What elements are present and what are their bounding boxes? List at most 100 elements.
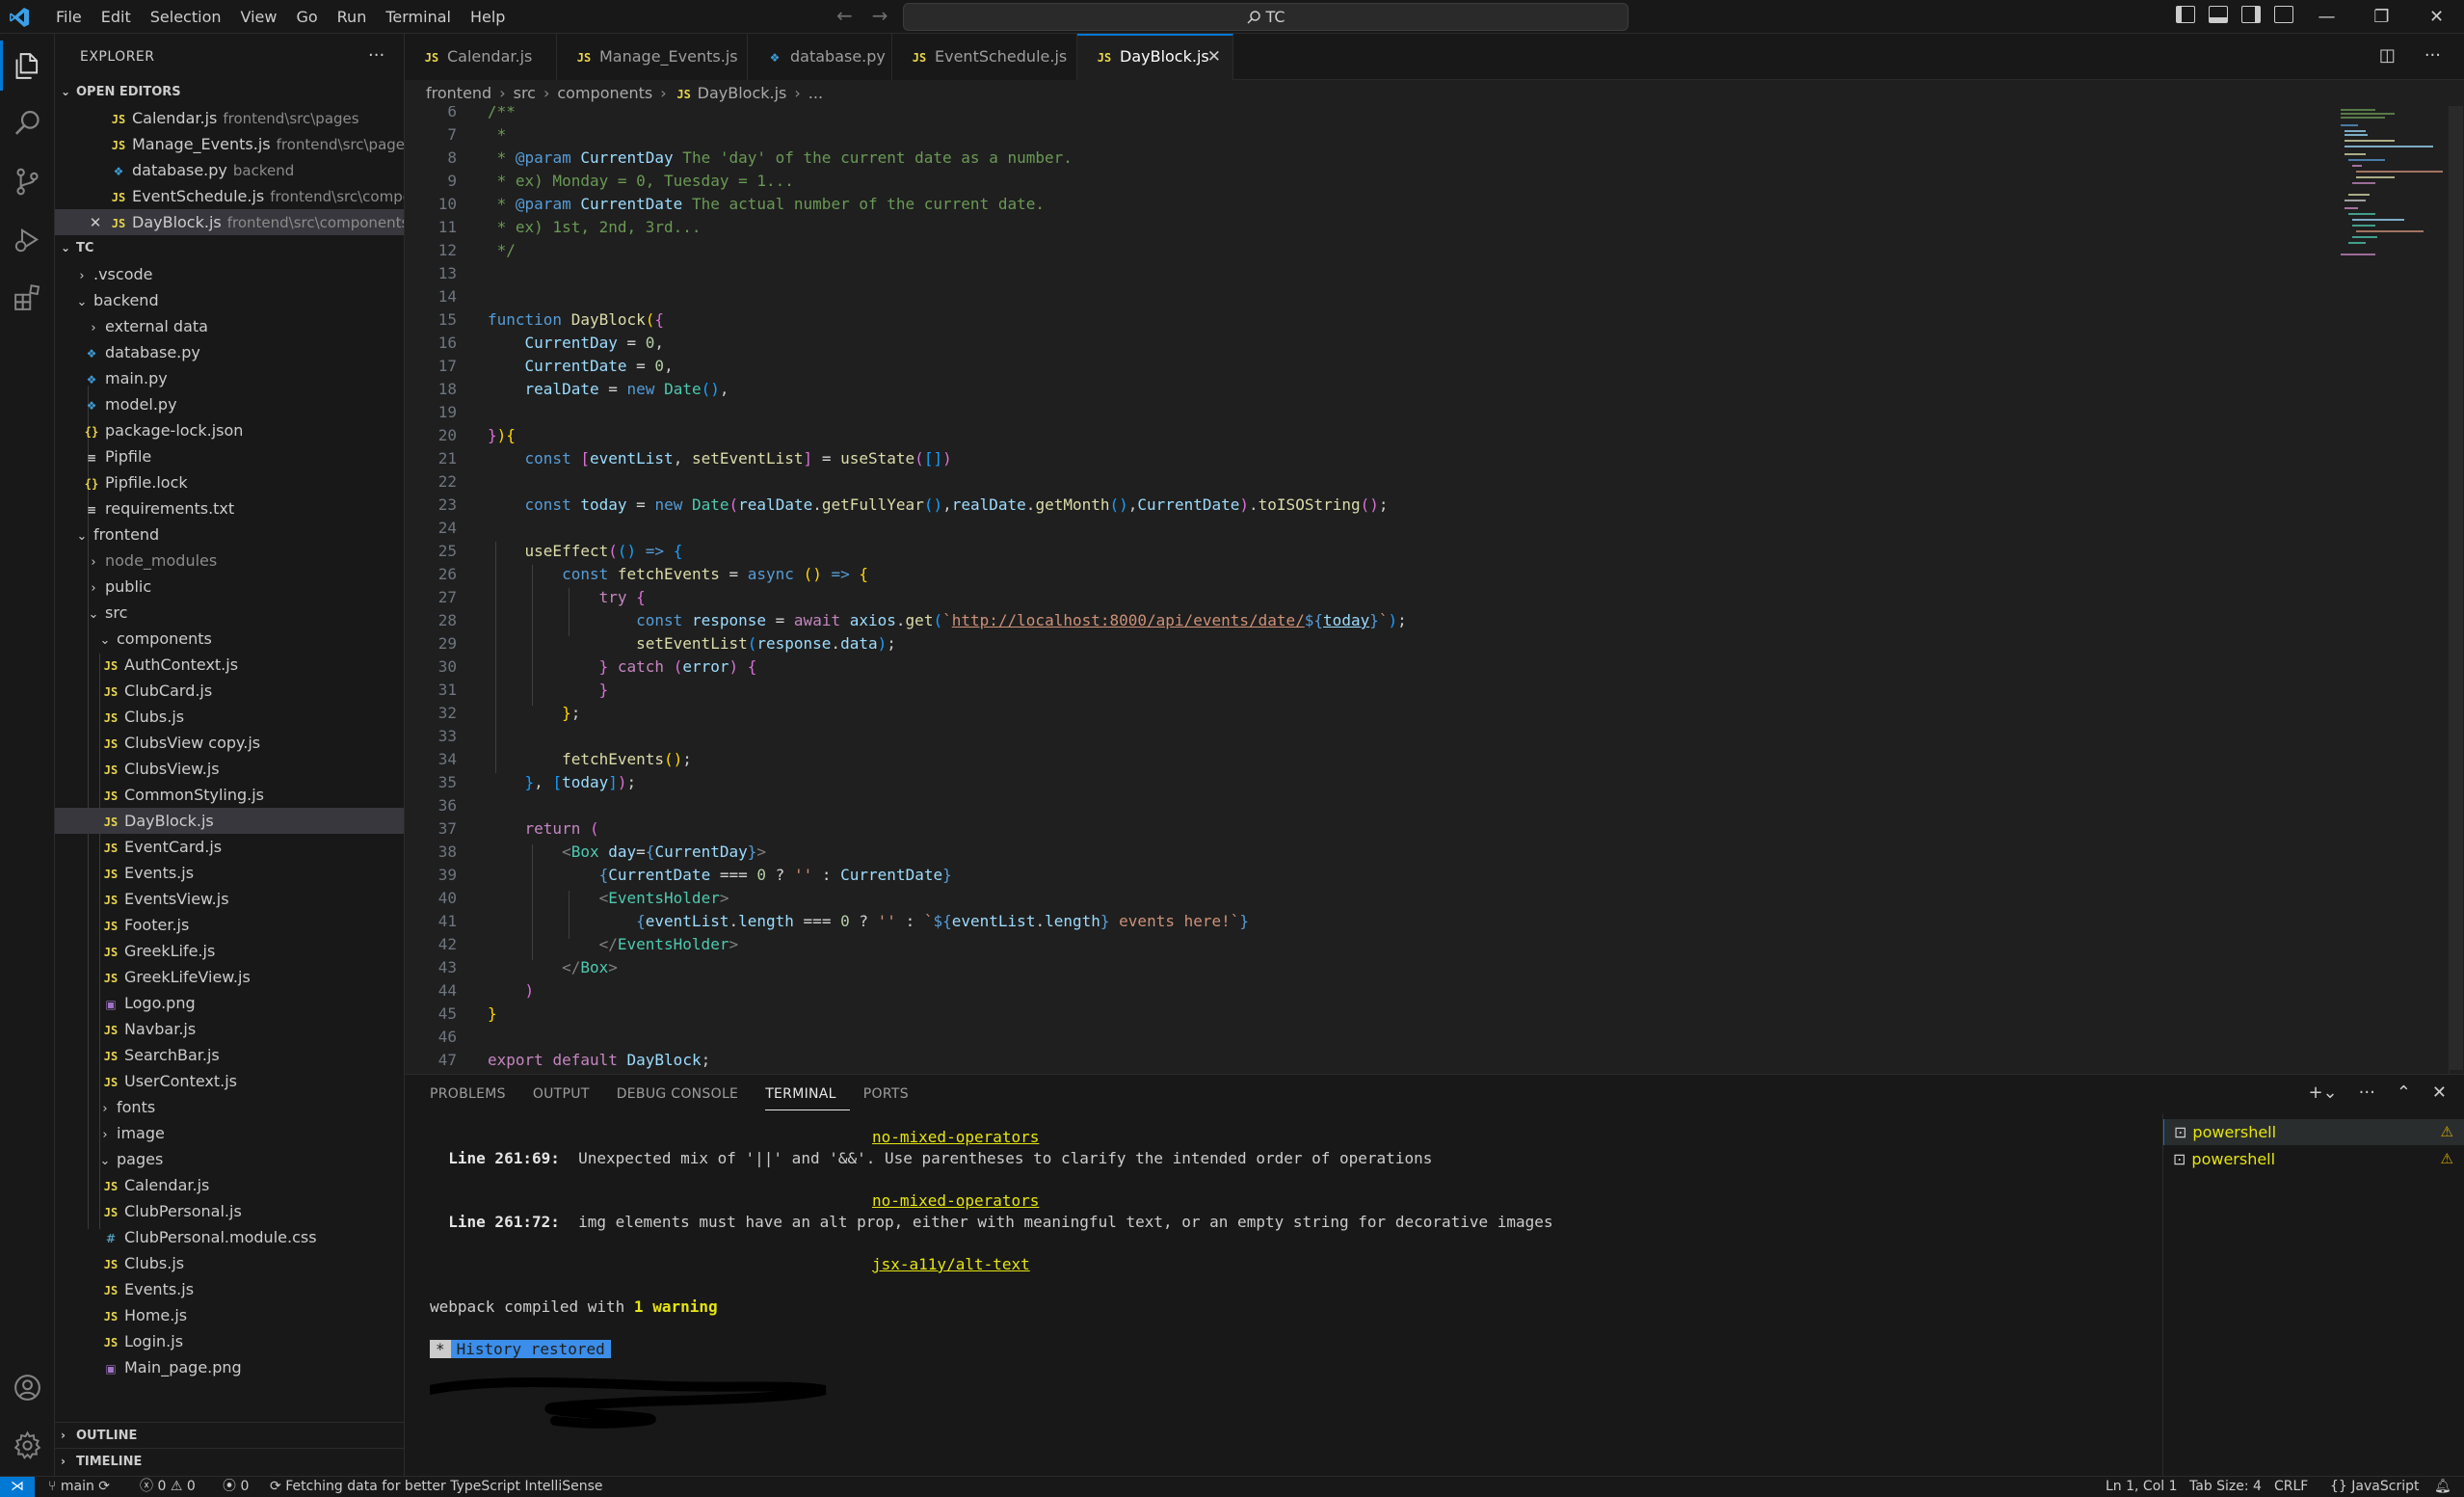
tree-file[interactable]: JS UserContext.js [55,1068,404,1094]
tab-calendar[interactable]: JS Calendar.js [405,34,557,80]
ports-indicator[interactable]: ⦿ 0 [223,1477,249,1497]
tree-file[interactable]: ▣ Main_page.png [55,1354,404,1380]
tree-file[interactable]: JS GreekLifeView.js [55,964,404,990]
tree-file[interactable]: JS Home.js [55,1302,404,1328]
tree-folder[interactable]: › node_modules [55,548,404,574]
terminal-instance[interactable]: ⊡ powershell ⚠ [2163,1146,2464,1172]
terminal-instance[interactable]: ⊡ powershell ⚠ [2163,1119,2464,1145]
menu-help[interactable]: Help [461,0,515,34]
run-debug-icon[interactable] [12,224,43,255]
explorer-icon[interactable] [0,40,43,91]
restore-icon[interactable]: ❐ [2354,0,2409,34]
extensions-icon[interactable] [12,281,43,313]
tab-manage-events[interactable]: JS Manage_Events.js [557,34,748,80]
workspace-header[interactable]: ⌄ TC [55,235,404,261]
source-control-icon[interactable] [12,166,43,198]
menu-terminal[interactable]: Terminal [376,0,461,34]
tree-file[interactable]: ❖ main.py [55,365,404,391]
tree-file[interactable]: # ClubPersonal.module.css [55,1224,404,1250]
terminal-output[interactable]: no-mixed-operators Line 261:69: Unexpect… [430,1128,2164,1475]
open-editor-item-active[interactable]: ✕ JS DayBlock.js frontend\src\components [55,209,404,235]
tree-folder[interactable]: ⌄ backend [55,287,404,313]
tree-file[interactable]: JS Navbar.js [55,1016,404,1042]
menu-run[interactable]: Run [328,0,377,34]
close-tab-icon[interactable]: ✕ [1207,36,1221,78]
tree-folder[interactable]: › fonts [55,1094,404,1120]
branch-indicator[interactable]: ⑂ main ⟳ [48,1477,110,1497]
line-ending[interactable]: CRLF [2274,1477,2308,1497]
customize-layout-icon[interactable] [2274,6,2293,23]
tree-file[interactable]: ❖ database.py [55,339,404,365]
tab-event-schedule[interactable]: JS EventSchedule.js [892,34,1077,80]
menu-file[interactable]: File [46,0,92,34]
tree-file[interactable]: JS ClubPersonal.js [55,1198,404,1224]
menu-selection[interactable]: Selection [141,0,231,34]
open-editor-item[interactable]: JS Manage_Events.js frontend\src\pages [55,131,404,157]
toggle-panel-icon[interactable] [2209,6,2228,23]
tree-file[interactable]: ▣ Logo.png [55,990,404,1016]
tree-file[interactable]: JS AuthContext.js [55,652,404,678]
remote-indicator-icon[interactable]: ⋊ [0,1477,35,1497]
manage-gear-icon[interactable] [12,1430,43,1461]
more-actions-icon[interactable]: ··· [2424,45,2441,66]
split-editor-icon[interactable]: ◫ [2379,45,2396,66]
tree-file[interactable]: JS Events.js [55,1276,404,1302]
tree-file[interactable]: JS EventsView.js [55,886,404,912]
timeline-header[interactable]: › TIMELINE [55,1448,404,1474]
problems-indicator[interactable]: ⓧ 0 ⚠ 0 [140,1477,196,1497]
outline-header[interactable]: › OUTLINE [55,1422,404,1448]
tree-file[interactable]: JS Clubs.js [55,1250,404,1276]
minimize-icon[interactable]: — [2299,0,2354,34]
tab-dayblock[interactable]: JS DayBlock.js ✕ [1077,34,1233,80]
tree-file[interactable]: ≡ Pipfile [55,443,404,469]
language-mode[interactable]: {} JavaScript [2330,1477,2419,1497]
tree-file[interactable]: {} Pipfile.lock [55,469,404,495]
tree-file[interactable]: JS Footer.js [55,912,404,938]
sync-icon[interactable]: ⟳ [98,1479,110,1494]
tab-output[interactable]: OUTPUT [533,1075,603,1113]
tree-folder[interactable]: › external data [55,313,404,339]
tree-file-selected[interactable]: JS DayBlock.js [55,808,404,834]
editor-scrollbar[interactable] [2449,106,2463,1074]
tab-ports[interactable]: PORTS [863,1075,922,1113]
tab-database[interactable]: ❖ database.py [748,34,892,80]
back-arrow-icon[interactable]: ← [836,4,853,27]
breadcrumb-segment[interactable]: ... [808,84,823,102]
minimap[interactable] [2337,106,2449,260]
open-editor-item[interactable]: ❖ database.py backend [55,157,404,183]
tree-folder[interactable]: › image [55,1120,404,1146]
breadcrumb-segment[interactable]: frontend [426,84,491,102]
open-editor-item[interactable]: JSEventSchedule.jsfrontend\src\compon... [55,183,404,209]
forward-arrow-icon[interactable]: → [872,4,888,27]
tree-file[interactable]: JS Login.js [55,1328,404,1354]
close-editor-icon[interactable]: ✕ [86,210,105,235]
more-actions-icon[interactable]: ··· [368,45,384,66]
search-view-icon[interactable] [12,108,43,140]
tab-size[interactable]: Tab Size: 4 [2189,1477,2262,1497]
tab-terminal[interactable]: TERMINAL [765,1078,850,1110]
toggle-secondary-sidebar-icon[interactable] [2241,6,2261,23]
tree-file[interactable]: JS Calendar.js [55,1172,404,1198]
close-panel-icon[interactable]: ✕ [2432,1083,2447,1103]
tab-problems[interactable]: PROBLEMS [430,1075,519,1113]
tree-file[interactable]: JS Events.js [55,860,404,886]
code-editor[interactable]: 6 7 8 9 10 11 12 13 14 15 16 17 18 19 20 21 22 23 24 25 26 27… [405,106,2464,1074]
toggle-primary-sidebar-icon[interactable] [2176,6,2195,23]
menu-view[interactable]: View [231,0,287,34]
api-url[interactable]: http://localhost:8000/api/events/date/ [952,611,1305,629]
tree-file[interactable]: JS ClubCard.js [55,678,404,704]
breadcrumb-segment[interactable]: DayBlock.js [698,84,787,102]
breadcrumb-segment[interactable]: components [557,84,652,102]
close-window-icon[interactable]: ✕ [2409,0,2464,34]
notifications-bell-icon[interactable]: 🔔︎ [2434,1477,2451,1497]
maximize-panel-icon[interactable]: ⌃ [2397,1083,2411,1103]
tree-folder[interactable]: ⌄ frontend [55,521,404,548]
cursor-position[interactable]: Ln 1, Col 1 [2106,1477,2178,1497]
tree-file[interactable]: JS ClubsView.js [55,756,404,782]
account-icon[interactable] [12,1372,43,1403]
tree-folder[interactable]: ⌄ components [55,626,404,652]
tree-folder[interactable]: ⌄ src [55,600,404,626]
open-editor-item[interactable]: JS Calendar.js frontend\src\pages [55,105,404,131]
tree-file[interactable]: ≡ requirements.txt [55,495,404,521]
command-center-search[interactable]: TC [903,3,1629,31]
